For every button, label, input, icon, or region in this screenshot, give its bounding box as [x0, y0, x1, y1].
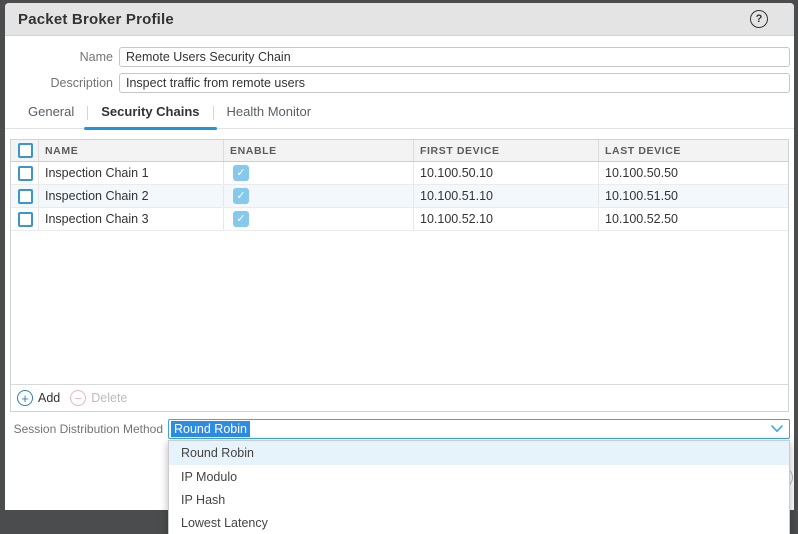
session-distribution-row: Session Distribution Method Round Robin [5, 419, 794, 439]
column-header-last-device: LAST DEVICE [599, 140, 788, 161]
session-distribution-combobox[interactable]: Round Robin [168, 419, 790, 439]
enable-checkbox[interactable]: ✓ [233, 188, 249, 204]
column-header-first-device: FIRST DEVICE [414, 140, 599, 161]
dropdown-option[interactable]: IP Hash [169, 488, 789, 511]
session-distribution-label: Session Distribution Method [14, 422, 163, 436]
profile-form: Name Description [5, 47, 794, 93]
row-select-cell [11, 208, 39, 230]
minus-circle-icon: − [70, 390, 86, 406]
enable-checkbox[interactable]: ✓ [233, 211, 249, 227]
dialog-title: Packet Broker Profile [18, 11, 174, 28]
row-select-checkbox[interactable] [18, 166, 33, 181]
packet-broker-profile-dialog: Packet Broker Profile ? Name Description… [5, 3, 794, 510]
delete-button-label: Delete [91, 391, 127, 405]
dropdown-option[interactable]: Round Robin [169, 441, 789, 465]
combobox-selected-value: Round Robin [171, 421, 250, 437]
check-icon: ✓ [236, 214, 245, 225]
table-row[interactable]: Inspection Chain 1 ✓ 10.100.50.10 10.100… [11, 162, 788, 185]
row-select-cell [11, 162, 39, 184]
last-device-cell: 10.100.52.50 [599, 208, 788, 230]
last-device-cell: 10.100.50.50 [599, 162, 788, 184]
row-select-checkbox[interactable] [18, 212, 33, 227]
enable-cell: ✓ [224, 208, 414, 230]
table-footer: + Add − Delete [11, 384, 788, 411]
session-distribution-dropdown: Round Robin IP Modulo IP Hash Lowest Lat… [168, 440, 790, 534]
dialog-titlebar: Packet Broker Profile ? [5, 3, 794, 36]
chevron-down-icon [771, 425, 783, 433]
dropdown-option[interactable]: Lowest Latency [169, 511, 789, 534]
enable-cell: ✓ [224, 185, 414, 207]
first-device-cell: 10.100.52.10 [414, 208, 599, 230]
select-all-checkbox[interactable] [18, 143, 33, 158]
chain-name-cell: Inspection Chain 1 [39, 162, 224, 184]
dropdown-option[interactable]: IP Modulo [169, 465, 789, 488]
name-field-row: Name [5, 47, 794, 67]
description-input[interactable] [119, 73, 790, 93]
last-device-cell: 10.100.51.50 [599, 185, 788, 207]
column-header-enable: ENABLE [224, 140, 414, 161]
table-empty-area [11, 231, 788, 384]
plus-circle-icon: + [17, 390, 33, 406]
table-row[interactable]: Inspection Chain 3 ✓ 10.100.52.10 10.100… [11, 208, 788, 231]
tab-health-monitor[interactable]: Health Monitor [214, 104, 325, 128]
security-chains-table: NAME ENABLE FIRST DEVICE LAST DEVICE Ins… [10, 139, 789, 412]
description-field-row: Description [5, 73, 794, 93]
description-label: Description [5, 76, 113, 90]
enable-checkbox[interactable]: ✓ [233, 165, 249, 181]
chain-name-cell: Inspection Chain 2 [39, 185, 224, 207]
tab-security-chains[interactable]: Security Chains [88, 104, 212, 128]
tab-bar: General Security Chains Health Monitor [5, 102, 794, 129]
name-label: Name [5, 50, 113, 64]
row-select-cell [11, 185, 39, 207]
enable-cell: ✓ [224, 162, 414, 184]
add-button[interactable]: + Add [17, 390, 60, 406]
check-icon: ✓ [236, 168, 245, 179]
chain-name-cell: Inspection Chain 3 [39, 208, 224, 230]
tab-general[interactable]: General [15, 104, 87, 128]
table-row[interactable]: Inspection Chain 2 ✓ 10.100.51.10 10.100… [11, 185, 788, 208]
help-icon[interactable]: ? [750, 10, 768, 28]
add-button-label: Add [38, 391, 60, 405]
column-header-name: NAME [39, 140, 224, 161]
header-select-cell [11, 140, 39, 161]
name-input[interactable] [119, 47, 790, 67]
delete-button-disabled[interactable]: − Delete [70, 390, 127, 406]
first-device-cell: 10.100.50.10 [414, 162, 599, 184]
screen-backdrop: Packet Broker Profile ? Name Description… [0, 0, 798, 534]
row-select-checkbox[interactable] [18, 189, 33, 204]
check-icon: ✓ [236, 191, 245, 202]
table-header: NAME ENABLE FIRST DEVICE LAST DEVICE [11, 140, 788, 162]
first-device-cell: 10.100.51.10 [414, 185, 599, 207]
